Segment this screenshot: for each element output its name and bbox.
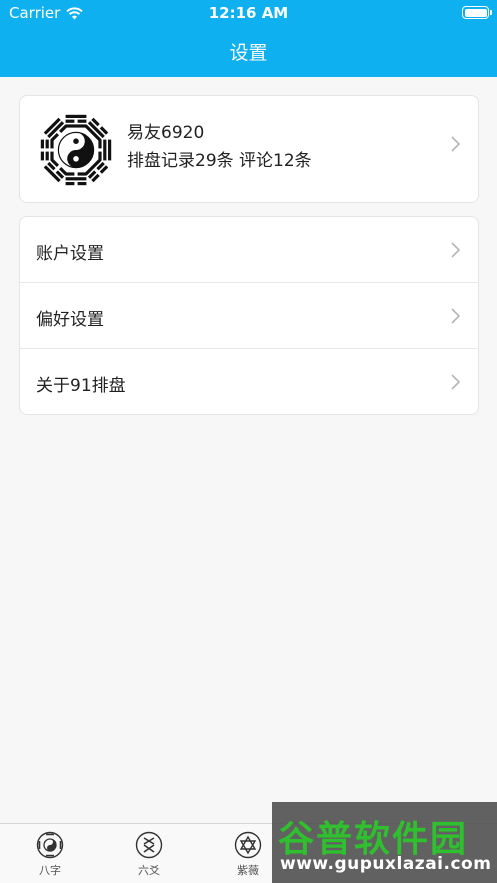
- bazi-icon: [36, 831, 64, 859]
- chevron-right-icon: [451, 136, 460, 152]
- chevron-right-icon: [451, 242, 460, 258]
- header: Carrier 12:16 AM 设置: [0, 0, 497, 77]
- menu-item-about[interactable]: 关于91排盘: [20, 349, 478, 415]
- battery-icon: [462, 6, 492, 19]
- bagua-icon: [40, 114, 112, 186]
- profile-card[interactable]: 易友6920 排盘记录29条 评论12条: [19, 95, 479, 203]
- watermark-url: www.gupuxlazai.com: [280, 854, 492, 874]
- liuyao-icon: [135, 831, 163, 859]
- chevron-right-icon: [451, 374, 460, 390]
- menu-item-account-settings[interactable]: 账户设置: [20, 217, 478, 283]
- menu-item-preference-settings[interactable]: 偏好设置: [20, 283, 478, 349]
- chevron-right-icon: [451, 308, 460, 324]
- menu-item-label: 偏好设置: [36, 310, 104, 330]
- tab-liuyao[interactable]: 六爻: [119, 830, 179, 878]
- watermark: 谷普软件园 www.gupuxlazai.com: [272, 802, 497, 883]
- user-stats: 排盘记录29条 评论12条: [127, 151, 312, 171]
- tab-label: 八字: [39, 864, 61, 877]
- status-time: 12:16 AM: [208, 4, 289, 22]
- ziwei-icon: [234, 831, 262, 859]
- tab-bazi[interactable]: 八字: [20, 830, 80, 878]
- status-bar: Carrier 12:16 AM: [0, 0, 497, 26]
- user-name: 易友6920: [127, 123, 205, 143]
- menu-item-label: 关于91排盘: [36, 376, 126, 396]
- settings-menu: 账户设置 偏好设置 关于91排盘: [19, 216, 479, 415]
- tab-ziwei[interactable]: 紫薇: [218, 830, 278, 878]
- tab-label: 紫薇: [237, 864, 259, 877]
- menu-item-label: 账户设置: [36, 244, 104, 264]
- tab-label: 六爻: [138, 864, 160, 877]
- page-title: 设置: [229, 42, 268, 64]
